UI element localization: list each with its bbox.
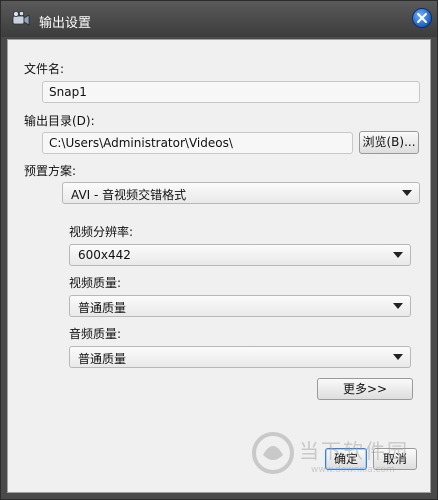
chevron-down-icon [393,354,403,360]
watermark: 当下软件园 www.downxia.com [251,429,431,489]
chevron-down-icon [393,303,403,309]
audio-quality-select[interactable]: 普通质量 [69,346,411,368]
window-title: 输出设置 [39,16,92,31]
output-dir-input[interactable]: C:\Users\Administrator\Videos\ [42,132,353,154]
watermark-logo-icon [252,432,294,474]
file-name-label: 文件名: [24,62,65,76]
dialog-body: 文件名: Snap1 输出目录(D): C:\Users\Administrat… [7,39,431,493]
video-quality-selected-value: 普通质量 [78,301,127,315]
preset-selected-value: AVI - 音视频交错格式 [71,188,187,202]
browse-button[interactable]: 浏览(B)... [359,131,419,154]
close-button[interactable] [412,8,432,28]
chevron-down-icon [402,190,412,196]
output-settings-window: 输出设置 文件名: Snap1 输出目录(D): C:\Users\Admini… [0,0,438,500]
preset-select[interactable]: AVI - 音视频交错格式 [62,182,420,204]
audio-quality-selected-value: 普通质量 [78,352,127,366]
file-name-input[interactable]: Snap1 [42,81,420,103]
output-dir-label: 输出目录(D): [24,114,95,128]
title-bar[interactable]: 输出设置 [1,1,437,37]
camcorder-icon [12,10,30,26]
watermark-text: 当下软件园 [299,439,409,463]
watermark-url: www.downxia.com [311,465,395,475]
video-resolution-label: 视频分辨率: [69,225,134,239]
more-button[interactable]: 更多>> [317,378,413,400]
video-resolution-select[interactable]: 600x442 [69,244,411,266]
video-quality-select[interactable]: 普通质量 [69,295,411,317]
audio-quality-label: 音频质量: [69,327,122,341]
video-resolution-selected-value: 600x442 [78,248,131,262]
video-quality-label: 视频质量: [69,276,122,290]
preset-label: 预置方案: [24,164,77,178]
chevron-down-icon [393,252,403,258]
close-icon [417,13,427,23]
